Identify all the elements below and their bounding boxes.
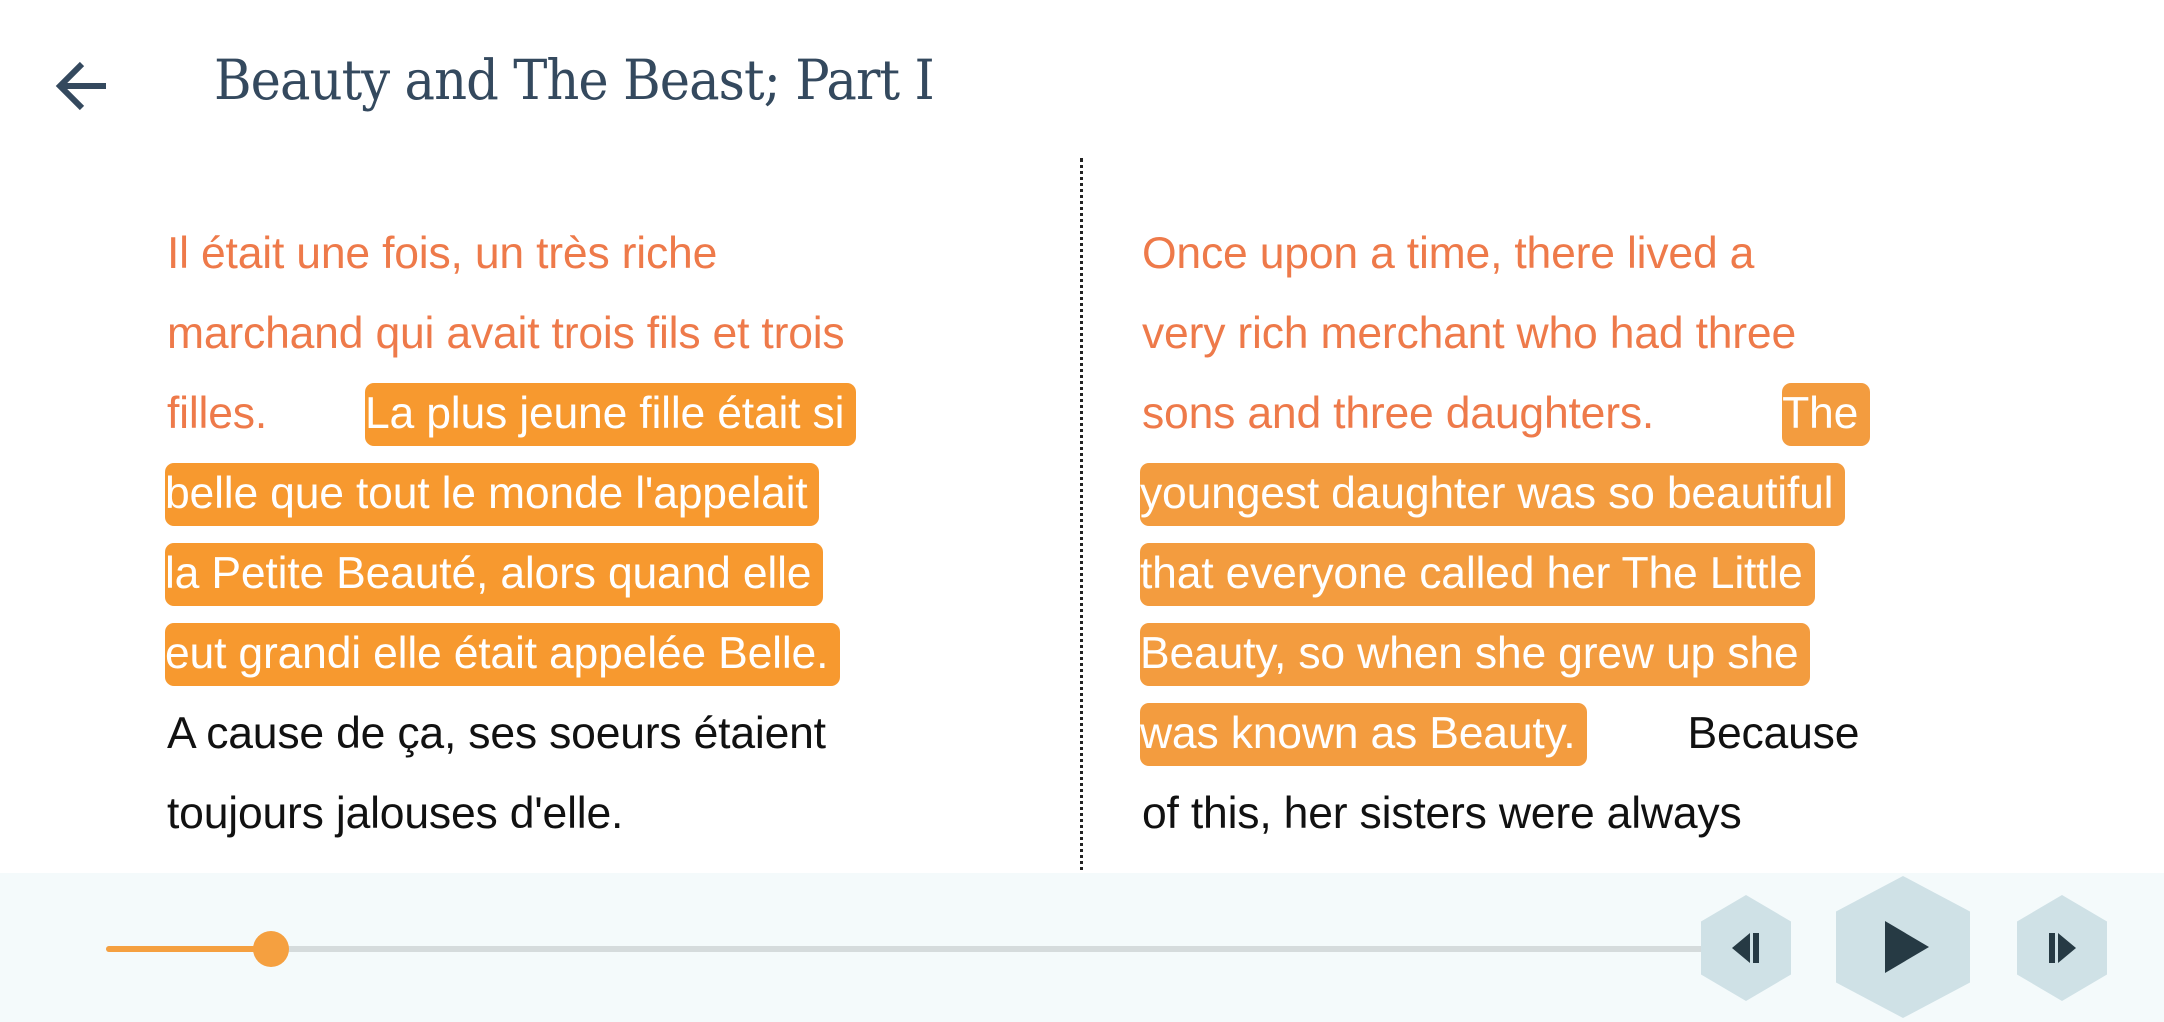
text-line: eut grandi elle était appelée Belle. — [165, 614, 1007, 694]
text-line: that everyone called her The Little — [1140, 534, 1982, 614]
read-sentence[interactable]: very rich merchant who had three — [1142, 309, 1796, 358]
skip-next-sentence-icon — [2049, 933, 2076, 963]
play-icon — [1885, 921, 1929, 973]
read-sentence[interactable]: marchand qui avait trois fils et trois — [167, 309, 845, 358]
progress-slider[interactable] — [106, 931, 1706, 967]
read-sentence[interactable]: Il était une fois, un très riche — [167, 229, 717, 278]
text-line: belle que tout le monde l'appelait — [165, 454, 1007, 534]
french-text-column: Il était une fois, un très riche marchan… — [165, 214, 1007, 854]
play-button[interactable] — [1836, 876, 1970, 1018]
current-sentence-highlight[interactable]: The — [1782, 383, 1871, 446]
header: Beauty and The Beast; Part I — [0, 0, 2164, 160]
text-line: was known as Beauty. Because — [1140, 694, 1982, 774]
text-line: sons and three daughters. The — [1142, 374, 1982, 454]
read-sentence[interactable]: sons and three daughters. — [1142, 389, 1654, 438]
audio-player-bar — [0, 873, 2164, 1022]
text-line: jealous of her. — [1142, 854, 1982, 873]
read-sentence[interactable]: Once upon a time, there lived a — [1142, 229, 1754, 278]
skip-previous-sentence-icon — [1732, 933, 1759, 963]
text-line: Once upon a time, there lived a — [1142, 214, 1982, 294]
page-title: Beauty and The Beast; Part I — [214, 48, 935, 112]
text-line: A cause de ça, ses soeurs étaient — [167, 694, 1007, 774]
reader: Il était une fois, un très riche marchan… — [0, 150, 2164, 873]
current-sentence-highlight[interactable]: youngest daughter was so beautiful — [1140, 463, 1846, 526]
unread-sentence[interactable]: of this, her sisters were always — [1142, 789, 1742, 838]
english-text-column: Once upon a time, there lived a very ric… — [1140, 214, 1982, 873]
text-line: marchand qui avait trois fils et trois — [167, 294, 1007, 374]
arrow-left-icon — [55, 61, 106, 111]
text-line: of this, her sisters were always — [1142, 774, 1982, 854]
text-line: filles. La plus jeune fille était si — [167, 374, 1007, 454]
slider-track — [106, 946, 1706, 952]
slider-fill — [106, 946, 271, 952]
current-sentence-highlight[interactable]: belle que tout le monde l'appelait — [165, 463, 820, 526]
previous-sentence-button[interactable] — [1701, 895, 1791, 1001]
column-divider — [1080, 158, 1083, 873]
unread-sentence[interactable]: toujours jalouses d'elle. — [167, 789, 623, 838]
text-line: youngest daughter was so beautiful — [1140, 454, 1982, 534]
text-line: la Petite Beauté, alors quand elle — [165, 534, 1007, 614]
current-sentence-highlight[interactable]: la Petite Beauté, alors quand elle — [165, 543, 824, 606]
current-sentence-highlight[interactable]: La plus jeune fille était si — [365, 383, 857, 446]
text-line: very rich merchant who had three — [1142, 294, 1982, 374]
text-line: Beauty, so when she grew up she — [1140, 614, 1982, 694]
slider-thumb[interactable] — [252, 931, 289, 967]
current-sentence-highlight[interactable]: Beauty, so when she grew up she — [1140, 623, 1811, 686]
unread-sentence[interactable]: Because — [1687, 709, 1859, 758]
next-sentence-button[interactable] — [2017, 895, 2107, 1001]
text-line: Il était une fois, un très riche — [167, 214, 1007, 294]
current-sentence-highlight[interactable]: eut grandi elle était appelée Belle. — [165, 623, 841, 686]
back-button[interactable] — [46, 50, 118, 122]
current-sentence-highlight[interactable]: was known as Beauty. — [1140, 703, 1588, 766]
unread-sentence[interactable]: A cause de ça, ses soeurs étaient — [167, 709, 826, 758]
text-line: toujours jalouses d'elle. — [167, 774, 1007, 854]
read-sentence[interactable]: filles. — [167, 389, 267, 438]
current-sentence-highlight[interactable]: that everyone called her The Little — [1140, 543, 1815, 606]
